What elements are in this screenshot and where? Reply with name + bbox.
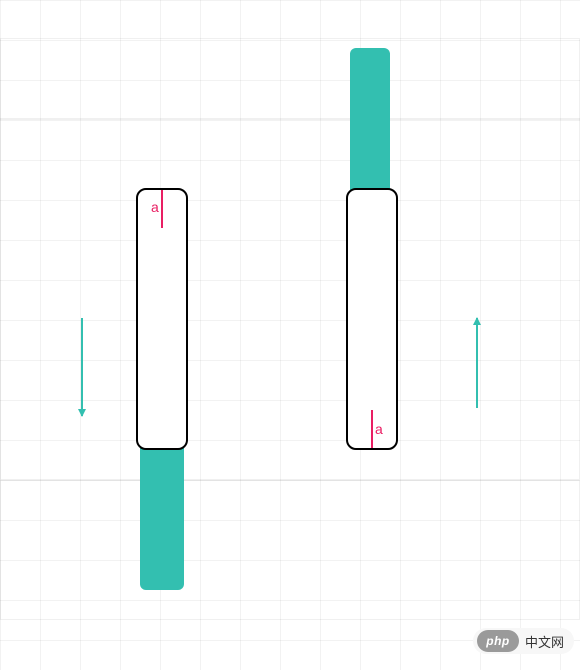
right-a-label: a — [375, 421, 383, 437]
left-anchor-line — [161, 190, 163, 228]
left-ul-label: ul — [152, 233, 166, 251]
band-top — [0, 38, 580, 120]
right-anchor-line — [371, 410, 373, 448]
band-mid — [0, 118, 580, 480]
arrow-up-icon — [476, 318, 478, 408]
watermark: php 中文网 — [473, 628, 574, 654]
php-logo-pill: php — [477, 630, 519, 652]
left-a-label: a — [151, 199, 159, 215]
watermark-text: 中文网 — [525, 632, 564, 651]
arrow-down-icon — [81, 318, 83, 416]
band-bottom — [0, 480, 580, 620]
right-ul-label: ul — [363, 383, 377, 401]
